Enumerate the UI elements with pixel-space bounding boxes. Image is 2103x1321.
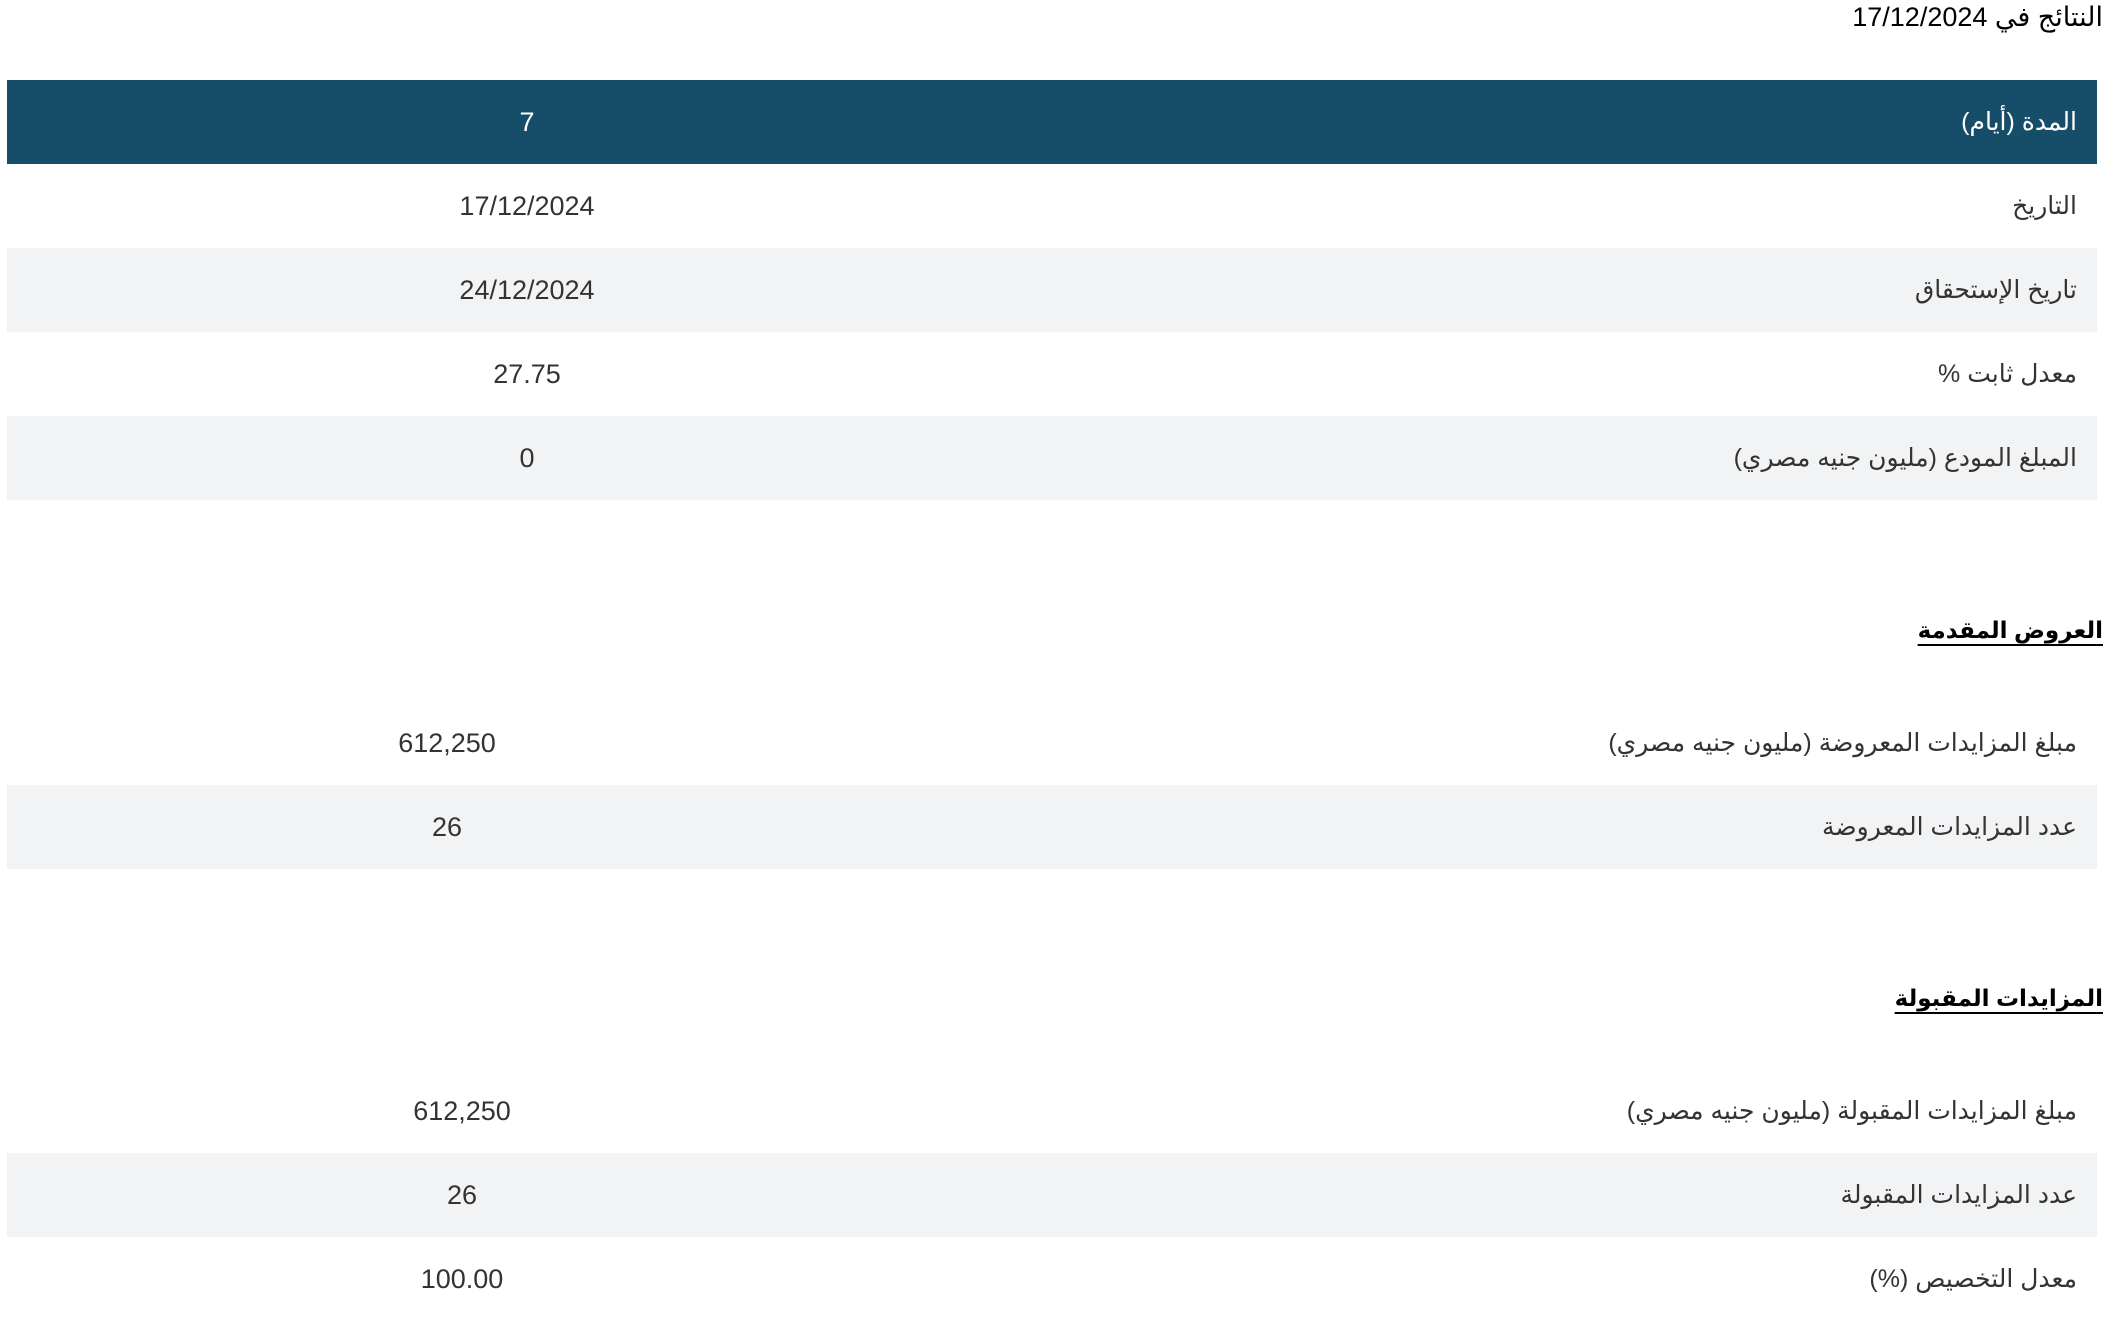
offered-amount-value: 612,250 — [398, 728, 496, 758]
table-row-date: التاريخ 17/12/2024 — [7, 164, 2097, 248]
table-row-duration: المدة (أيام) 7 — [7, 80, 2097, 164]
table-row-offered-count: عدد المزايدات المعروضة 26 — [7, 785, 2097, 869]
date-label: التاريخ — [2012, 192, 2077, 220]
table-row-fixed-rate: معدل ثابت % 27.75 — [7, 332, 2097, 416]
results-title: النتائج في 17/12/2024 — [1852, 2, 2103, 32]
table-row-deposited-amount: المبلغ المودع (مليون جنيه مصري) 0 — [7, 416, 2097, 500]
duration-label: المدة (أيام) — [1961, 108, 2077, 136]
accepted-section-heading: المزايدات المقبولة — [1894, 985, 2103, 1011]
fixed-rate-label: معدل ثابت % — [1938, 360, 2077, 388]
results-page: النتائج في 17/12/2024 المدة (أيام) 7 الت… — [0, 0, 2103, 1321]
offered-amount-label: مبلغ المزايدات المعروضة (مليون جنيه مصري… — [1608, 729, 2077, 757]
deposited-amount-value: 0 — [519, 443, 535, 473]
duration-value: 7 — [519, 107, 535, 137]
accepted-count-value: 26 — [446, 1180, 478, 1210]
date-value: 17/12/2024 — [459, 191, 595, 221]
offered-section-heading: العروض المقدمة — [1917, 617, 2103, 643]
deposited-amount-label: المبلغ المودع (مليون جنيه مصري) — [1733, 444, 2077, 472]
allotment-rate-value: 100.00 — [420, 1264, 504, 1294]
accepted-count-label: عدد المزايدات المقبولة — [1840, 1181, 2077, 1209]
maturity-date-value: 24/12/2024 — [459, 275, 595, 305]
maturity-date-label: تاريخ الإستحقاق — [1914, 276, 2077, 304]
accepted-table: مبلغ المزايدات المقبولة (مليون جنيه مصري… — [7, 1069, 2097, 1321]
allotment-rate-label: معدل التخصيص (%) — [1869, 1265, 2077, 1293]
summary-table: المدة (أيام) 7 التاريخ 17/12/2024 تاريخ … — [7, 80, 2097, 500]
table-row-allotment-rate: معدل التخصيص (%) 100.00 — [7, 1237, 2097, 1321]
accepted-amount-label: مبلغ المزايدات المقبولة (مليون جنيه مصري… — [1626, 1097, 2077, 1125]
table-row-accepted-amount: مبلغ المزايدات المقبولة (مليون جنيه مصري… — [7, 1069, 2097, 1153]
table-row-maturity-date: تاريخ الإستحقاق 24/12/2024 — [7, 248, 2097, 332]
fixed-rate-value: 27.75 — [493, 359, 561, 389]
offered-count-label: عدد المزايدات المعروضة — [1822, 813, 2077, 841]
offered-count-value: 26 — [431, 812, 463, 842]
offered-table: مبلغ المزايدات المعروضة (مليون جنيه مصري… — [7, 701, 2097, 869]
accepted-amount-value: 612,250 — [413, 1096, 511, 1126]
table-row-accepted-count: عدد المزايدات المقبولة 26 — [7, 1153, 2097, 1237]
table-row-offered-amount: مبلغ المزايدات المعروضة (مليون جنيه مصري… — [7, 701, 2097, 785]
